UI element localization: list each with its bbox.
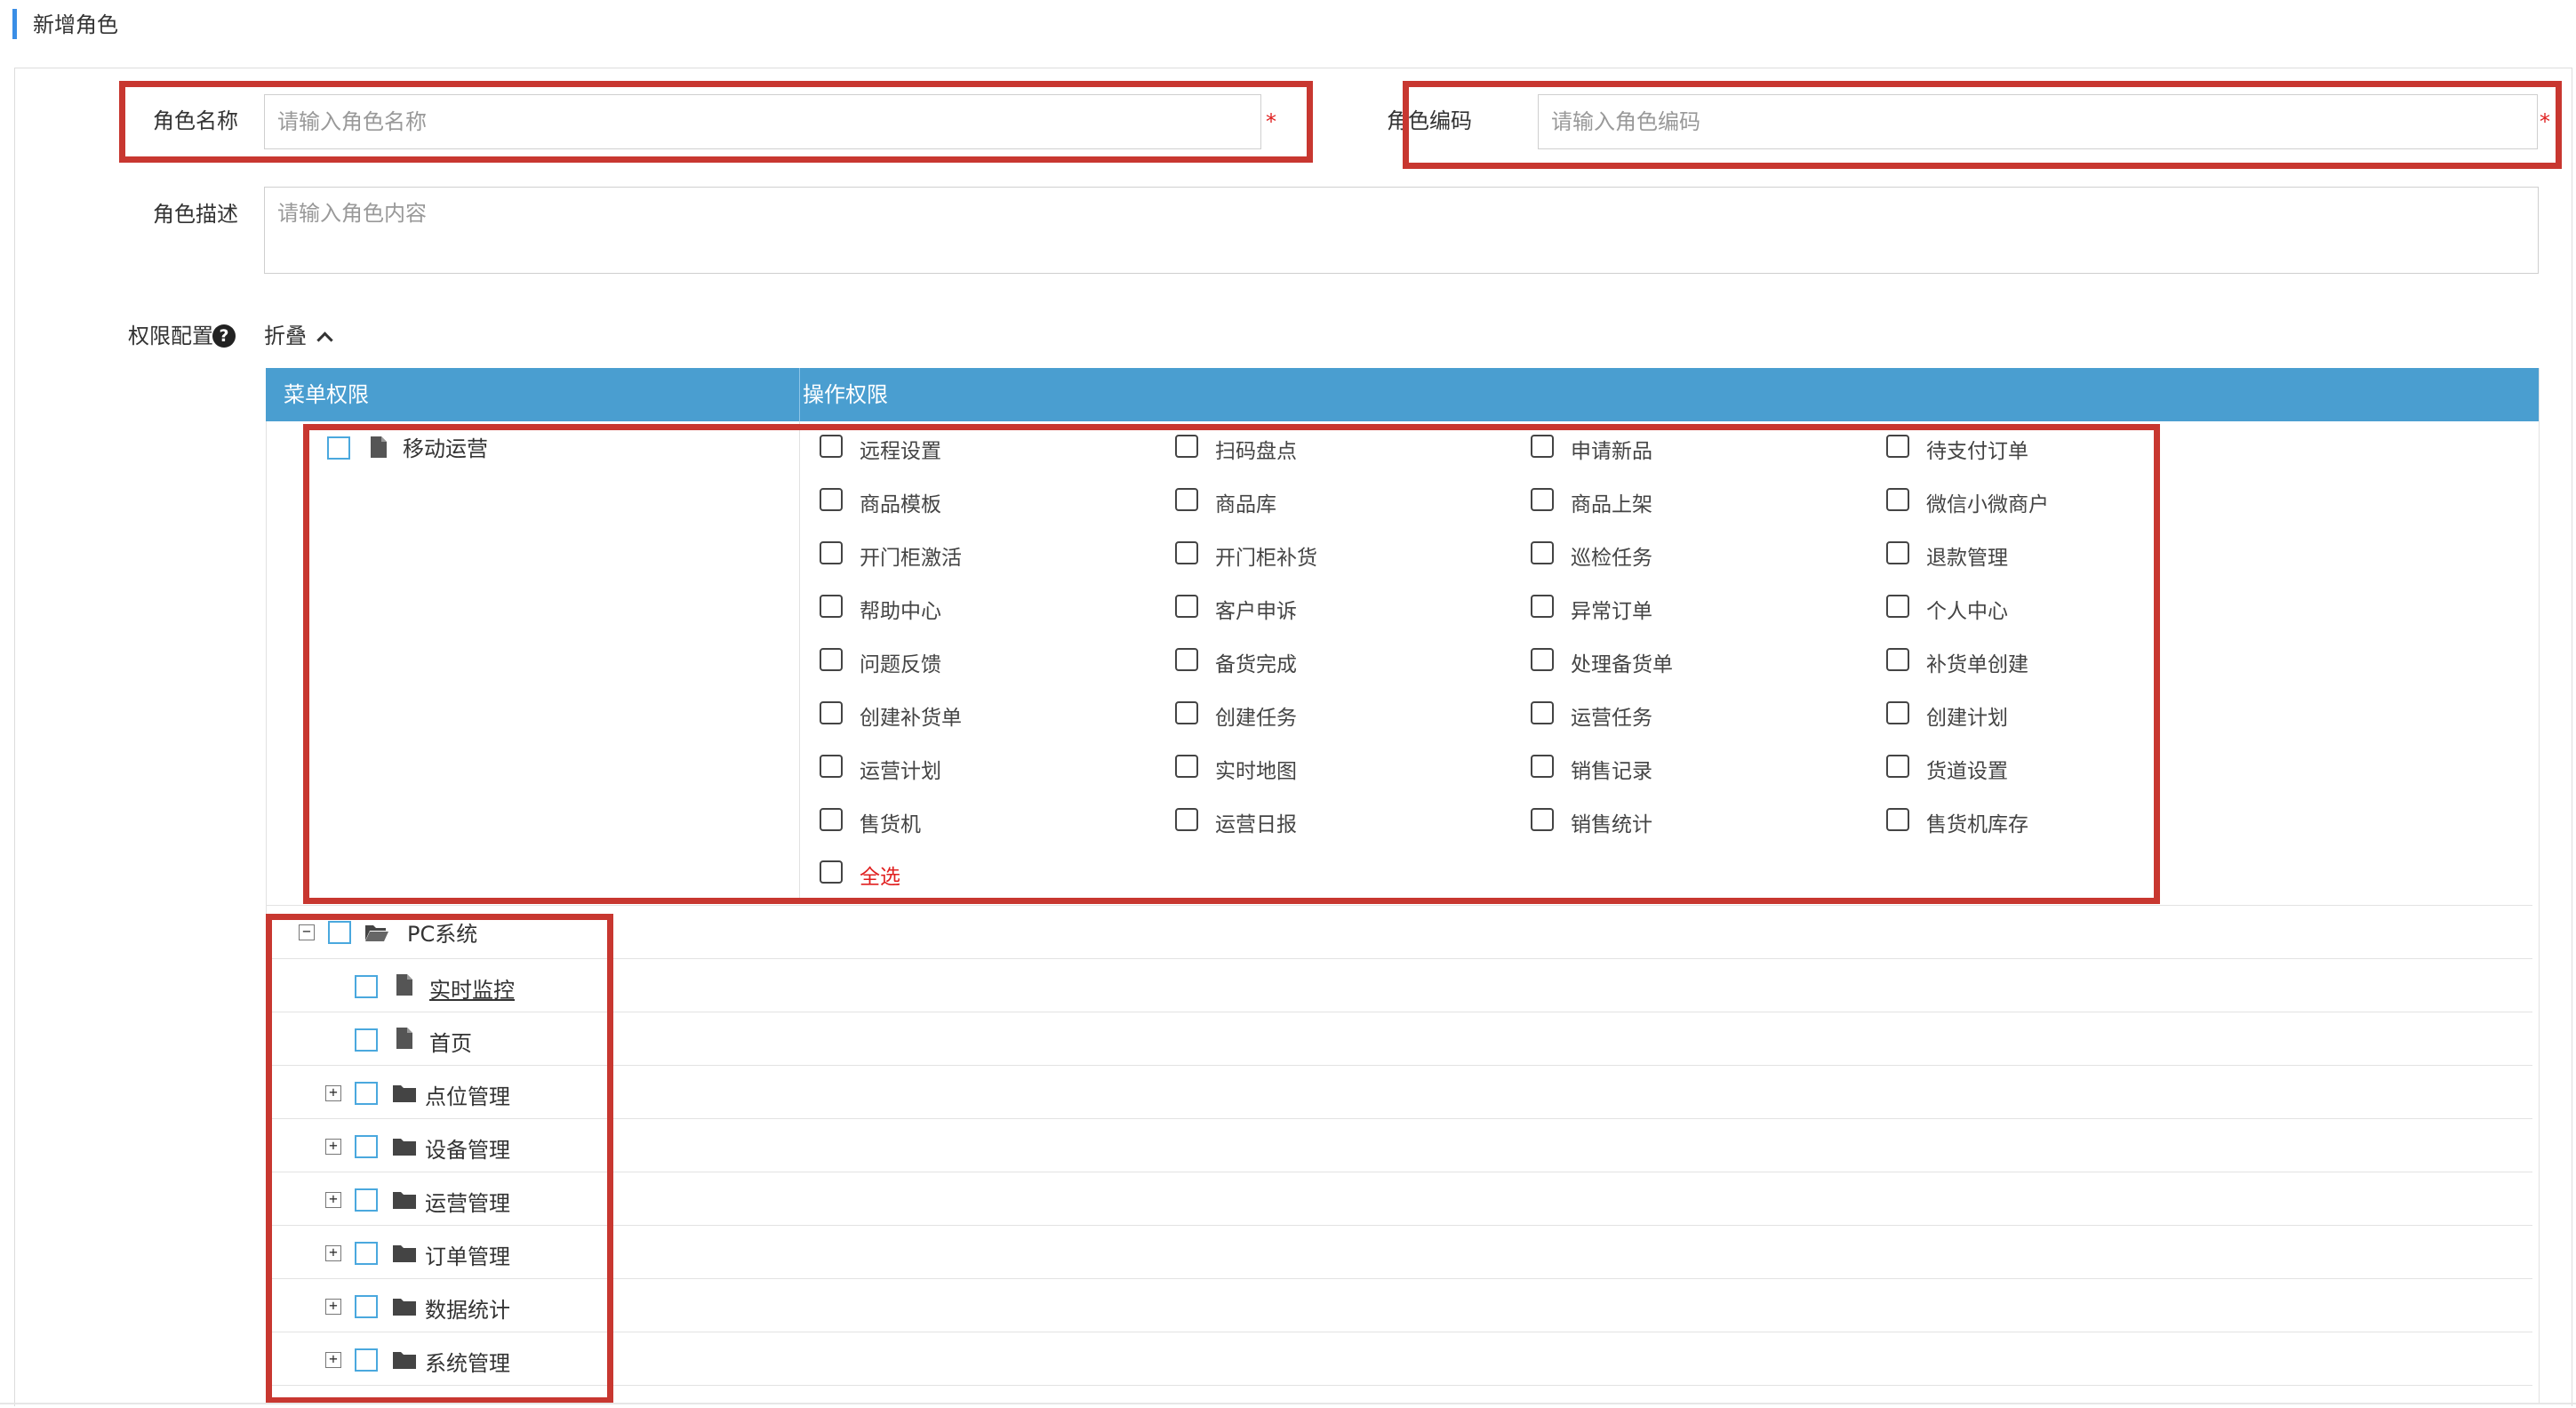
page-title: 新增角色 — [33, 12, 118, 37]
title-accent-bar — [12, 9, 17, 39]
role-desc-textarea[interactable]: 请输入角色内容 — [264, 187, 2539, 274]
fold-label: 折叠 — [264, 324, 307, 348]
table-right-border — [2539, 368, 2540, 1404]
role-desc-placeholder: 请输入角色内容 — [277, 201, 427, 226]
fold-toggle[interactable]: 折叠 — [264, 322, 333, 350]
highlight-box-role-code — [1403, 81, 2562, 169]
col-operation-permission: 操作权限 — [803, 382, 888, 407]
bottom-divider — [0, 1403, 2576, 1404]
highlight-box-mobile-options — [303, 424, 2160, 904]
permission-label: 权限配置 — [128, 324, 213, 348]
highlight-box-pc-tree — [266, 914, 613, 1404]
chevron-up-icon — [316, 332, 333, 348]
header-divider — [799, 368, 800, 421]
permission-table-header — [266, 368, 2539, 421]
question-icon[interactable]: ? — [212, 324, 236, 348]
col-menu-permission: 菜单权限 — [284, 382, 369, 407]
highlight-box-role-name — [119, 81, 1313, 163]
role-desc-label: 角色描述 — [153, 202, 238, 227]
row-separator — [267, 905, 2532, 906]
